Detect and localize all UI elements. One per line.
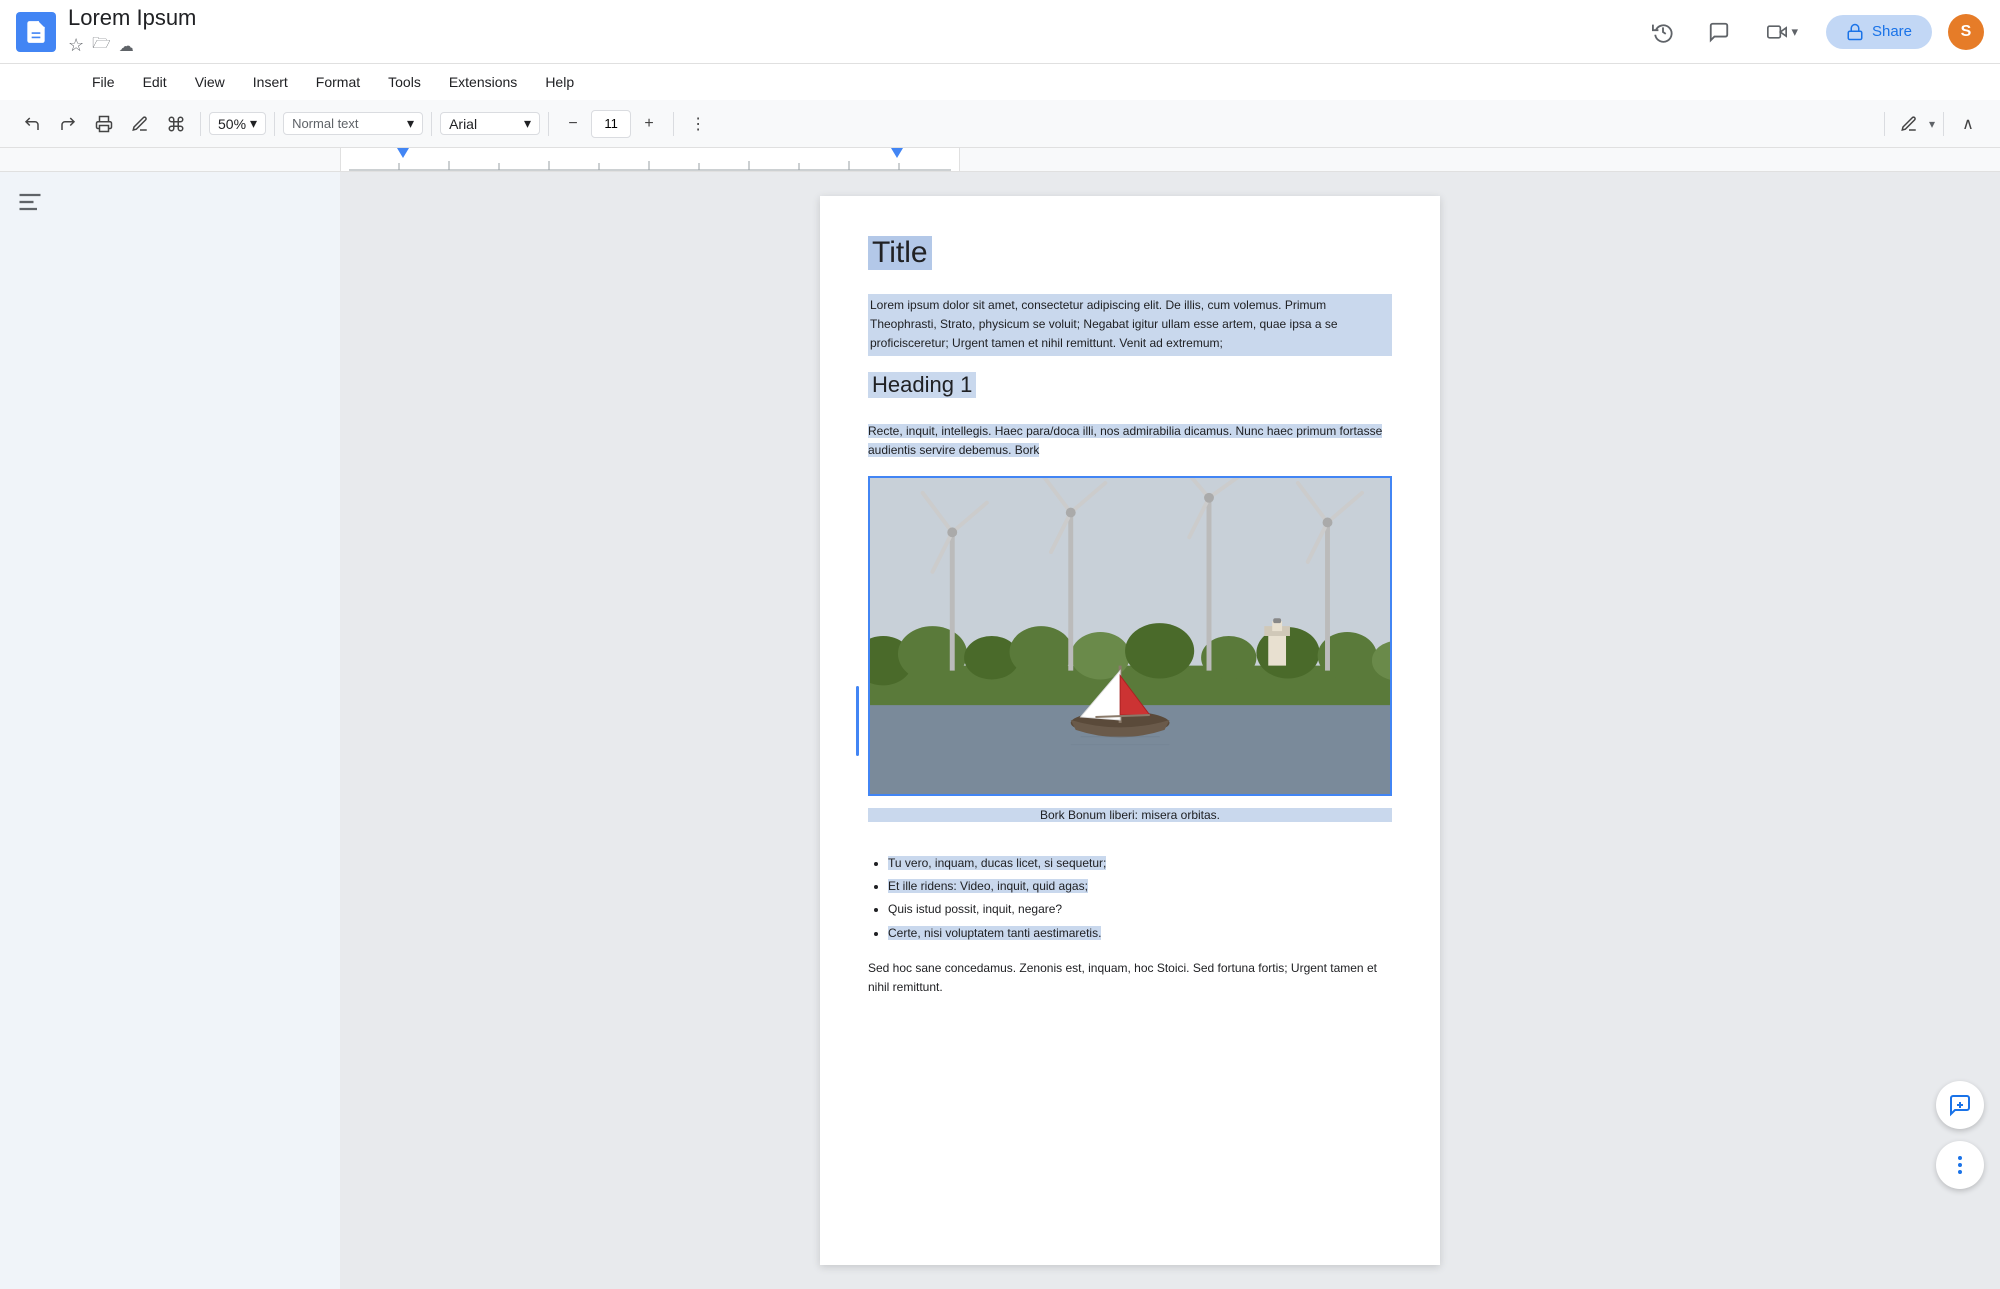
list-item: Certe, nisi voluptatem tanti aestimareti… <box>888 924 1392 943</box>
list-item: Quis istud possit, inquit, negare? <box>888 900 1392 919</box>
menu-edit[interactable]: Edit <box>131 70 179 94</box>
share-button[interactable]: Share <box>1826 15 1932 49</box>
image-caption: Bork Bonum liberi: misera orbitas. <box>868 808 1392 822</box>
toolbar-divider-7 <box>1943 112 1944 136</box>
toolbar-right: ▾ ∧ <box>1880 108 1984 140</box>
style-value: Normal text <box>292 116 403 131</box>
font-size-input[interactable] <box>591 110 631 138</box>
toolbar-divider-2 <box>274 112 275 136</box>
more-float-button[interactable] <box>1936 1141 1984 1189</box>
save-to-drive-icon[interactable]: 🗁 <box>92 33 111 58</box>
doc-paragraph-2-text: Recte, inquit, intellegis. Haec para/doc… <box>868 424 1382 457</box>
collapse-toolbar-button[interactable]: ∧ <box>1952 108 1984 140</box>
list-item-2: Quis istud possit, inquit, negare? <box>888 902 1062 916</box>
meet-button[interactable]: ▾ <box>1755 16 1810 48</box>
comments-button[interactable] <box>1699 12 1739 52</box>
menu-file[interactable]: File <box>80 70 127 94</box>
main-area: Title Lorem ipsum dolor sit amet, consec… <box>0 172 2000 1289</box>
menu-insert[interactable]: Insert <box>241 70 300 94</box>
right-sidebar <box>1920 172 2000 1289</box>
meet-label: ▾ <box>1791 24 1798 40</box>
list-item-0: Tu vero, inquam, ducas licet, si sequetu… <box>888 856 1106 870</box>
toolbar-divider-6 <box>1884 112 1885 136</box>
menu-view[interactable]: View <box>183 70 237 94</box>
doc-heading1-block: Heading 1 <box>868 372 1392 410</box>
doc-paragraph-1: Lorem ipsum dolor sit amet, consectetur … <box>868 294 1392 356</box>
ruler-inner <box>340 148 960 172</box>
toolbar-divider-5 <box>673 112 674 136</box>
history-button[interactable] <box>1643 12 1683 52</box>
style-selector[interactable]: Normal text ▾ <box>283 112 423 135</box>
doc-title[interactable]: Lorem Ipsum <box>68 5 196 31</box>
toolbar-divider-4 <box>548 112 549 136</box>
font-value: Arial <box>449 116 520 132</box>
print-button[interactable] <box>88 108 120 140</box>
ruler <box>0 148 2000 172</box>
star-icon[interactable]: ☆ <box>68 35 84 56</box>
outline-icon[interactable] <box>16 188 324 223</box>
title-area: Lorem Ipsum ☆ 🗁 ☁ <box>68 5 196 58</box>
doc-title-text: Title <box>868 236 932 270</box>
spell-check-button[interactable] <box>124 108 156 140</box>
toolbar-divider-1 <box>200 112 201 136</box>
toolbar: 50% ▾ Normal text ▾ Arial ▾ − + ⋮ ▾ ∧ <box>0 100 2000 148</box>
list-item: Et ille ridens: Video, inquit, quid agas… <box>888 877 1392 896</box>
menu-bar: File Edit View Insert Format Tools Exten… <box>0 64 2000 100</box>
doc-paragraph-2: Recte, inquit, intellegis. Haec para/doc… <box>868 422 1392 460</box>
zoom-value: 50% <box>218 116 246 132</box>
top-bar: Lorem Ipsum ☆ 🗁 ☁ ▾ <box>0 0 2000 64</box>
zoom-chevron-icon: ▾ <box>250 115 257 132</box>
left-panel <box>0 172 340 1289</box>
bullet-list: Tu vero, inquam, ducas licet, si sequetu… <box>888 854 1392 943</box>
share-label: Share <box>1872 23 1912 40</box>
user-avatar[interactable]: S <box>1948 14 1984 50</box>
increase-font-size-button[interactable]: + <box>633 108 665 140</box>
ruler-ticks-svg <box>349 148 951 171</box>
undo-button[interactable] <box>16 108 48 140</box>
doc-heading1-text: Heading 1 <box>868 372 976 398</box>
decrease-font-size-button[interactable]: − <box>557 108 589 140</box>
doc-icon <box>16 12 56 52</box>
menu-tools[interactable]: Tools <box>376 70 433 94</box>
image-caption-wrap: Bork Bonum liberi: misera orbitas. <box>868 806 1392 838</box>
document-page: Title Lorem ipsum dolor sit amet, consec… <box>820 196 1440 1265</box>
paint-format-button[interactable] <box>160 108 192 140</box>
menu-extensions[interactable]: Extensions <box>437 70 529 94</box>
left-margin-bar <box>856 686 859 756</box>
doc-paragraph-bottom: Sed hoc sane concedamus. Zenonis est, in… <box>868 959 1392 997</box>
add-comment-float-button[interactable] <box>1936 1081 1984 1129</box>
document-image[interactable] <box>868 476 1392 796</box>
zoom-selector[interactable]: 50% ▾ <box>209 112 266 135</box>
font-chevron-icon: ▾ <box>524 115 531 132</box>
edit-mode-button[interactable] <box>1893 108 1925 140</box>
list-item: Tu vero, inquam, ducas licet, si sequetu… <box>888 854 1392 873</box>
title-actions: ☆ 🗁 ☁ <box>68 33 196 58</box>
menu-format[interactable]: Format <box>304 70 372 94</box>
font-selector[interactable]: Arial ▾ <box>440 112 540 135</box>
style-chevron-icon: ▾ <box>407 115 414 132</box>
redo-button[interactable] <box>52 108 84 140</box>
toolbar-divider-3 <box>431 112 432 136</box>
font-size-control: − + <box>557 108 665 140</box>
cloud-sync-icon[interactable]: ☁ <box>119 37 134 55</box>
document-area[interactable]: Title Lorem ipsum dolor sit amet, consec… <box>340 172 1920 1289</box>
doc-paragraph-bottom-text: Sed hoc sane concedamus. Zenonis est, in… <box>868 961 1377 994</box>
doc-title-block: Title <box>868 236 1392 282</box>
list-item-1: Et ille ridens: Video, inquit, quid agas… <box>888 879 1088 893</box>
image-caption-text: Bork Bonum liberi: misera orbitas. <box>1036 808 1224 822</box>
edit-mode-chevron[interactable]: ▾ <box>1929 117 1935 131</box>
more-toolbar-button[interactable]: ⋮ <box>682 108 714 140</box>
top-right-actions: ▾ Share S <box>1643 12 1984 52</box>
menu-help[interactable]: Help <box>533 70 586 94</box>
list-item-3: Certe, nisi voluptatem tanti aestimareti… <box>888 926 1101 940</box>
